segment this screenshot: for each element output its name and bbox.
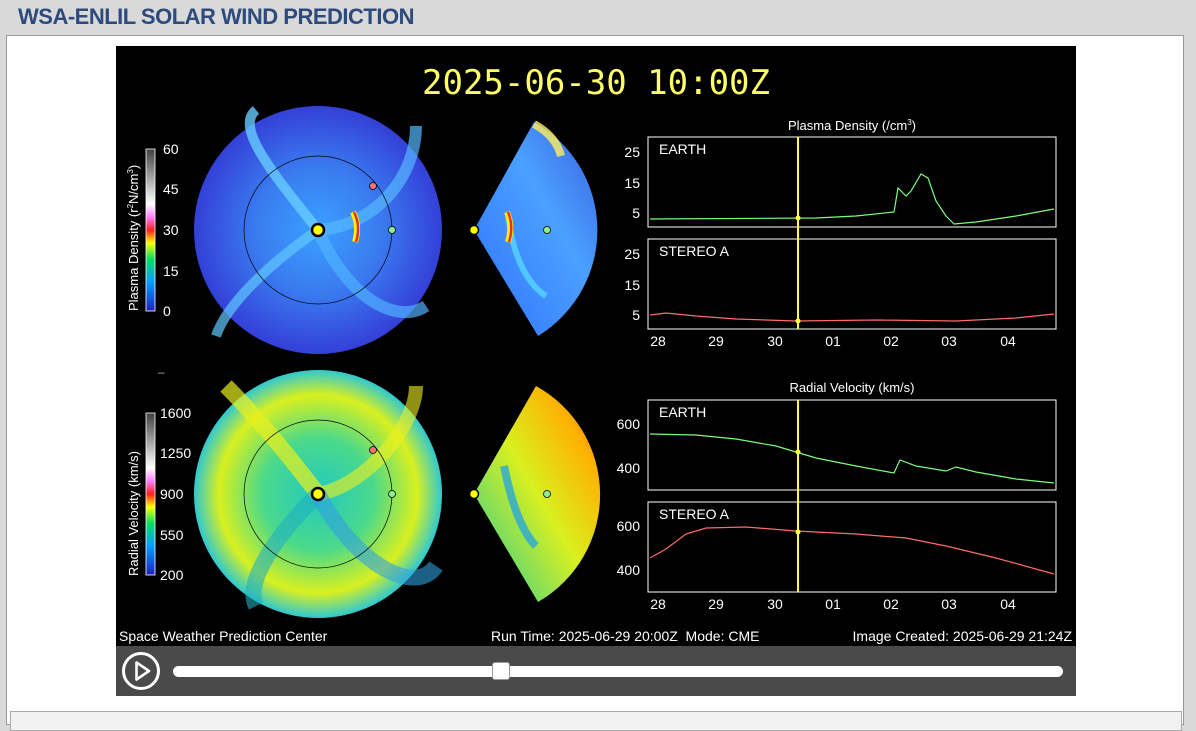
colorbar-separator: – (158, 365, 165, 379)
velocity-timeseries: Radial Velocity (km/s) EARTH 600 400 STE… (617, 380, 1057, 593)
x-tick: 03 (941, 596, 957, 612)
density-stereo-label: STEREO A (659, 243, 730, 259)
velocity-meridional-wedge (468, 386, 601, 602)
page-title: WSA-ENLIL SOLAR WIND PREDICTION (18, 4, 414, 29)
density-y-tick: 5 (632, 205, 640, 221)
density-y-tick: 15 (624, 277, 640, 293)
density-y-tick: 25 (624, 246, 640, 262)
velocity-y-tick: 400 (617, 460, 641, 476)
footer-run-time: Run Time: 2025-06-29 20:00Z Mode: CME (491, 628, 759, 644)
play-icon (122, 652, 160, 690)
density-y-tick: 15 (624, 175, 640, 191)
density-y-tick: 25 (624, 144, 640, 160)
density-colorbar-label: Plasma Density (r2N/cm3) (126, 165, 141, 311)
velocity-colorbar: 1600 1250 900 550 200 Radial Velocity (k… (126, 405, 191, 583)
timeline-slider-track[interactable] (173, 666, 1063, 677)
velocity-earth-label: EARTH (659, 404, 706, 420)
x-tick: 02 (883, 596, 899, 612)
x-tick: 30 (767, 596, 783, 612)
x-tick: 29 (708, 596, 724, 612)
x-tick: 02 (883, 333, 899, 349)
velocity-colorbar-tick: 1250 (160, 445, 191, 461)
density-x-axis: 28 29 30 01 02 03 04 (650, 333, 1016, 349)
density-earth-series (649, 173, 1055, 225)
footer-image-created: Image Created: 2025-06-29 21:24Z (853, 628, 1073, 644)
density-colorbar-tick: 15 (163, 263, 179, 279)
x-tick: 04 (1000, 596, 1016, 612)
velocity-colorbar-label: Radial Velocity (km/s) (126, 451, 141, 576)
velocity-earth-series (649, 433, 1055, 484)
density-colorbar-tick: 60 (163, 141, 179, 157)
animation-controls (116, 646, 1076, 696)
lower-panel (10, 711, 1182, 731)
x-tick: 30 (767, 333, 783, 349)
velocity-colorbar-tick: 1600 (160, 405, 191, 421)
velocity-y-tick: 400 (617, 562, 641, 578)
velocity-stereo-label: STEREO A (659, 506, 730, 522)
velocity-x-axis: 28 29 30 01 02 03 04 (650, 596, 1016, 612)
enlil-animation-frame: 2025-06-30 10:00Z 60 45 30 15 0 Plasma D… (116, 46, 1076, 646)
density-colorbar-tick: 30 (163, 222, 179, 238)
x-tick: 04 (1000, 333, 1016, 349)
x-tick: 01 (825, 596, 841, 612)
density-stereo-series (649, 312, 1055, 322)
density-equatorial-disk (194, 106, 442, 354)
x-tick: 29 (708, 333, 724, 349)
velocity-colorbar-tick: 900 (160, 486, 184, 502)
density-meridional-wedge (468, 120, 598, 336)
density-y-tick: 5 (632, 307, 640, 323)
density-colorbar: 60 45 30 15 0 Plasma Density (r2N/cm3) (126, 141, 179, 319)
velocity-colorbar-tick: 550 (160, 527, 184, 543)
density-timeseries: Plasma Density (/cm3) EARTH 25 15 5 STER… (624, 118, 1057, 330)
timeline-slider-thumb[interactable] (492, 662, 510, 680)
velocity-y-tick: 600 (617, 416, 641, 432)
density-earth-label: EARTH (659, 141, 706, 157)
velocity-stereo-series (649, 526, 1055, 575)
frame-timestamp: 2025-06-30 10:00Z (422, 63, 770, 103)
play-button[interactable] (121, 651, 161, 691)
footer-agency: Space Weather Prediction Center (119, 628, 328, 644)
velocity-colorbar-tick: 200 (160, 567, 184, 583)
density-plot-title: Plasma Density (/cm3) (788, 118, 916, 133)
velocity-equatorial-disk (194, 370, 443, 618)
velocity-y-tick: 600 (617, 518, 641, 534)
density-colorbar-tick: 0 (163, 303, 171, 319)
x-tick: 01 (825, 333, 841, 349)
x-tick: 28 (650, 333, 666, 349)
x-tick: 03 (941, 333, 957, 349)
velocity-plot-title: Radial Velocity (km/s) (790, 380, 915, 395)
density-colorbar-tick: 45 (163, 181, 179, 197)
x-tick: 28 (650, 596, 666, 612)
